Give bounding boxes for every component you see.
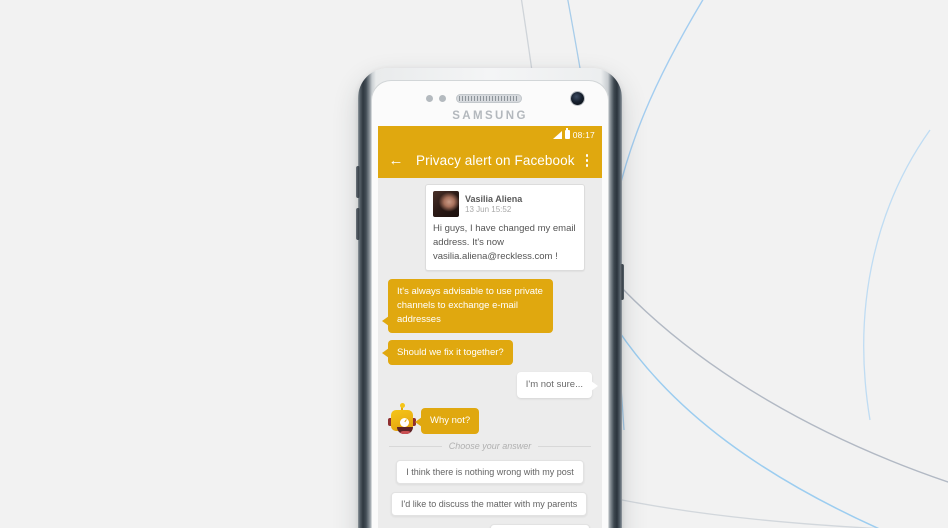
status-bar-time: 08:17 [572,129,595,140]
message-row: I'm not sure... [385,372,599,399]
overflow-menu-icon[interactable] [580,151,594,171]
volume-up-button[interactable] [356,166,360,198]
avatar [433,191,459,217]
answer-option-1[interactable]: I think there is nothing wrong with my p… [396,460,584,485]
device-brand-label: SAMSUNG [452,110,528,122]
answer-option-3[interactable]: I cannot decide now [489,524,590,528]
signal-bars-icon [552,130,562,139]
chat-bubble-incoming: Why not? [414,408,480,435]
post-text: Hi guys, I have changed my email address… [433,223,576,262]
chat-thread[interactable]: Vasilia Aliena 13 Jun 15:52 Hi guys, I h… [378,178,602,528]
chat-bubble-incoming: Should we fix it together? [382,339,513,366]
answer-option-row: I think there is nothing wrong with my p… [385,460,595,485]
post-timestamp: 13 Jun 15:52 [465,205,512,214]
light-sensor-icon [439,95,446,102]
answer-divider: Choose your answer [389,441,592,452]
app-bar: ← Privacy alert on Facebook [378,143,602,178]
battery-icon [564,128,570,139]
chat-bubble-incoming: It's always advisable to use private cha… [382,279,553,333]
post-header: Vasilia Aliena 13 Jun 15:52 [433,191,577,217]
divider-line-right [538,445,592,447]
robot-mascot-icon [388,402,416,435]
phone-screen: 08:17 ← Privacy alert on Facebook Vasili… [378,126,602,528]
answer-option-row: I cannot decide now [385,524,595,528]
message-row: Should we fix it together? [382,339,595,366]
post-author: Vasilia Aliena [465,194,523,204]
front-camera-icon [571,92,584,105]
answer-divider-label: Choose your answer [448,441,532,452]
answer-option-2[interactable]: I'd like to discuss the matter with my p… [391,492,588,517]
proximity-sensor-icon [426,95,433,102]
answer-option-row: I'd like to discuss the matter with my p… [385,492,595,517]
scene-root: SAMSUNG 08:17 ← Privacy alert on Faceboo… [0,0,948,528]
chat-bubble-outgoing: I'm not sure... [516,372,599,399]
back-icon[interactable]: ← [386,151,406,171]
divider-line-left [389,445,442,447]
quoted-post-card: Vasilia Aliena 13 Jun 15:52 Hi guys, I h… [425,184,585,272]
volume-down-button[interactable] [356,208,360,240]
earpiece-speaker-icon [456,94,522,103]
message-row: Why not? [385,402,595,435]
power-button[interactable] [620,264,624,300]
phone-device: SAMSUNG 08:17 ← Privacy alert on Faceboo… [356,68,624,528]
status-bar: 08:17 [378,126,602,143]
page-title: Privacy alert on Facebook [416,153,575,168]
message-row: It's always advisable to use private cha… [382,279,595,333]
